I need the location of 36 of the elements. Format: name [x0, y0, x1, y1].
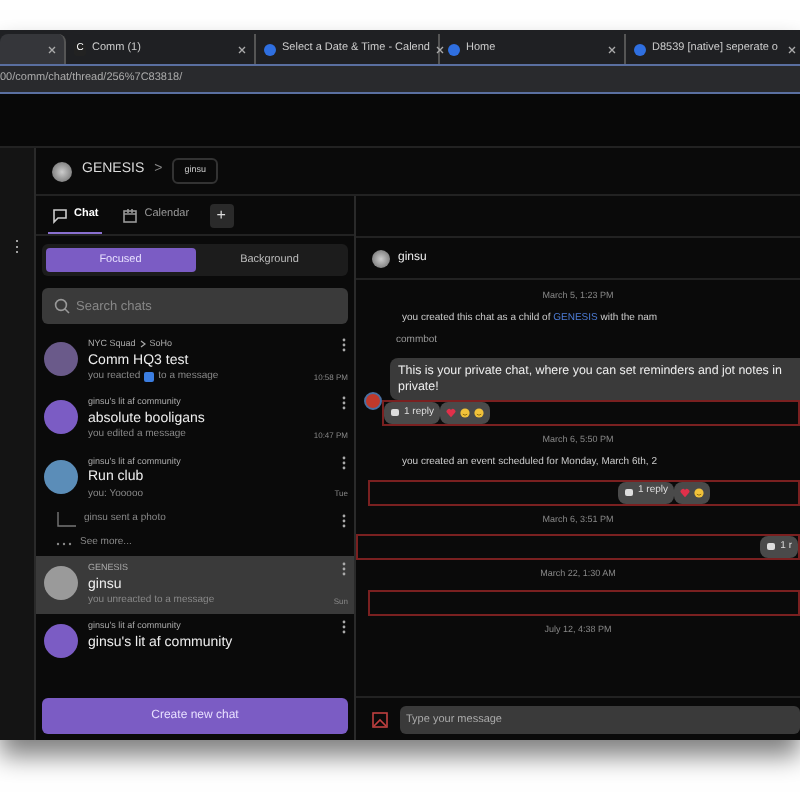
reply-icon: [390, 408, 400, 419]
dots-icon: [56, 542, 72, 547]
heart-icon: [680, 487, 690, 497]
smiley-icon: [460, 408, 471, 419]
tab-favicon: [634, 43, 646, 55]
thread-line-icon: [56, 511, 76, 530]
reply-icon: [623, 487, 634, 497]
avatar: [44, 624, 78, 659]
reaction-icon: [144, 372, 155, 383]
calendar-icon: [122, 207, 139, 223]
tab-favicon: [264, 43, 276, 55]
close-icon[interactable]: [238, 45, 246, 53]
tab-favicon: [448, 43, 460, 55]
bot-avatar: [364, 392, 382, 411]
add-tab-button[interactable]: +: [209, 203, 234, 227]
smiley-icon: [694, 487, 704, 497]
search-icon: [54, 298, 70, 314]
heart-icon: [446, 408, 457, 419]
reactions[interactable]: [440, 402, 491, 425]
close-icon[interactable]: [608, 45, 616, 53]
avatar: [52, 161, 72, 181]
close-icon[interactable]: [435, 45, 444, 53]
avatar: [44, 342, 78, 376]
close-icon[interactable]: [48, 45, 56, 53]
menu-icon[interactable]: ⋮: [9, 238, 25, 256]
avatar: [44, 400, 78, 435]
reactions[interactable]: [674, 481, 710, 503]
avatar: [44, 566, 78, 601]
chat-icon: [52, 207, 68, 223]
image-icon: [372, 711, 388, 727]
avatar: [44, 459, 78, 494]
close-icon[interactable]: [788, 45, 796, 53]
smiley-icon: [474, 408, 485, 419]
avatar: [372, 249, 390, 267]
reply-icon: [766, 542, 777, 553]
chevron-icon: [139, 340, 146, 349]
